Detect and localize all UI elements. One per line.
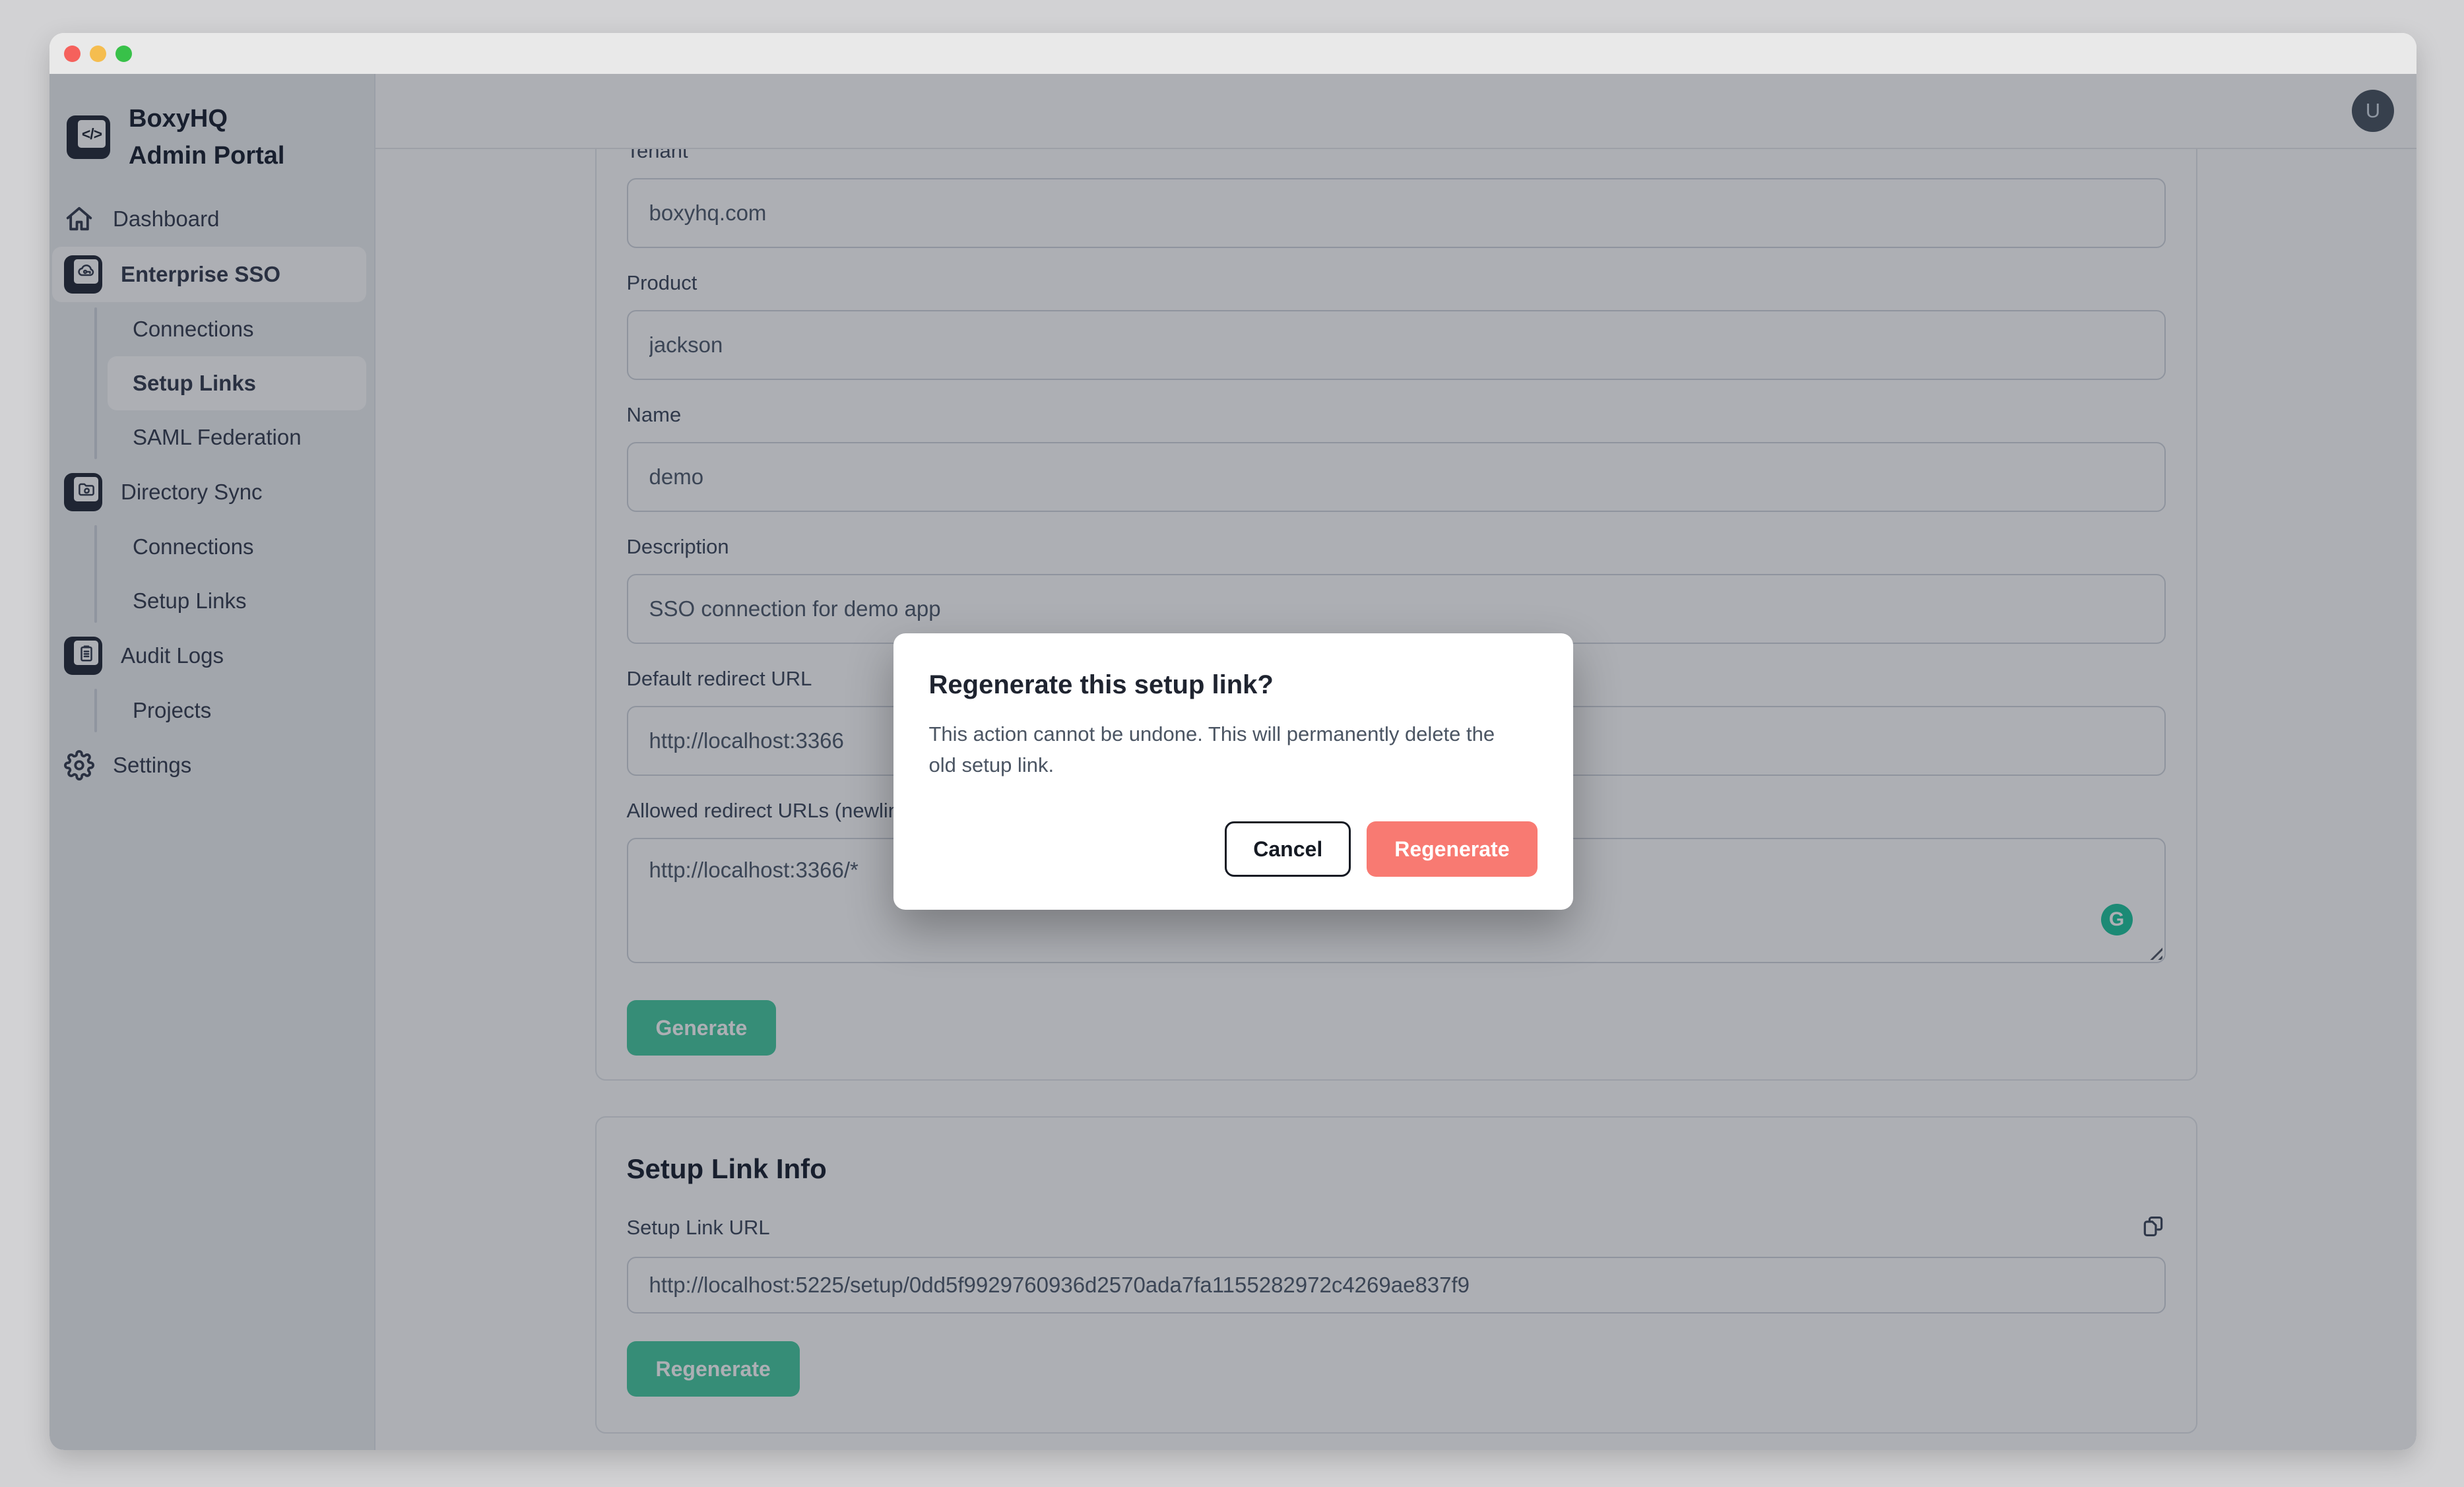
dialog-actions: Cancel Regenerate bbox=[929, 821, 1538, 877]
close-window-button[interactable] bbox=[64, 46, 81, 62]
confirm-regenerate-button[interactable]: Regenerate bbox=[1367, 821, 1537, 877]
app-root: </> BoxyHQ Admin Portal Dashboard bbox=[49, 74, 2416, 1450]
window-titlebar bbox=[49, 33, 2416, 74]
regenerate-confirm-dialog: Regenerate this setup link? This action … bbox=[893, 633, 1573, 910]
cancel-button[interactable]: Cancel bbox=[1225, 821, 1351, 877]
zoom-window-button[interactable] bbox=[115, 46, 132, 62]
minimize-window-button[interactable] bbox=[90, 46, 106, 62]
browser-window: </> BoxyHQ Admin Portal Dashboard bbox=[49, 33, 2416, 1450]
dialog-message: This action cannot be undone. This will … bbox=[929, 718, 1510, 780]
dialog-title: Regenerate this setup link? bbox=[929, 670, 1538, 700]
